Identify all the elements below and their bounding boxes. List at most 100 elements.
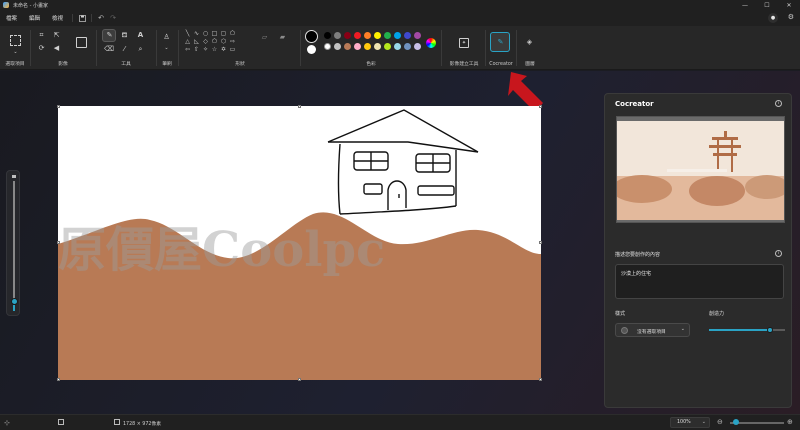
outline-icon[interactable]: ▱ [260,33,269,42]
rectangle-shape-icon[interactable]: □ [211,30,218,37]
fill-icon[interactable]: ▰ [278,33,287,42]
profile-avatar-icon[interactable]: ● [768,13,778,23]
minimize-button[interactable]: — [734,0,756,10]
redo-icon[interactable]: ↷ [107,12,119,24]
color-swatch[interactable] [334,43,341,50]
resize-handle[interactable] [539,105,542,108]
group-label-cocreator: Cocreator [489,62,513,67]
color-swatch[interactable] [324,32,331,39]
generated-preview-image[interactable] [616,116,785,223]
resize-handle[interactable] [539,241,542,244]
undo-icon[interactable]: ↶ [95,12,107,24]
eraser-icon[interactable]: ⌫ [104,45,114,54]
color-swatch[interactable] [354,32,361,39]
slider-thumb[interactable] [10,298,18,305]
resize-handle[interactable] [57,105,60,108]
brush-icon[interactable]: ♙ [162,33,171,42]
callout-shape-icon[interactable]: ▭ [229,46,236,53]
chevron-down-icon[interactable]: ⌄ [162,44,171,53]
star-five-shape-icon[interactable]: ☆ [211,46,218,53]
color-swatch[interactable] [394,32,401,39]
menu-file[interactable]: 檔案 [6,14,17,22]
secondary-color-selector[interactable] [307,45,316,54]
text-tool-icon[interactable]: A [136,31,145,40]
star-six-shape-icon[interactable]: ✡ [220,46,227,53]
resize-handle[interactable] [298,378,301,381]
select-rectangle-icon[interactable] [10,35,21,46]
close-button[interactable]: ✕ [778,0,800,10]
settings-gear-icon[interactable]: ⚙ [788,13,794,21]
color-swatch[interactable] [404,43,411,50]
primary-color-selector[interactable] [305,30,318,43]
resize-handle[interactable] [539,378,542,381]
rounded-rect-shape-icon[interactable]: ▢ [220,30,227,37]
pencil-tool-button[interactable]: ✎ [102,29,116,42]
color-swatch[interactable] [334,32,341,39]
resize-handle[interactable] [298,105,301,108]
prompt-info-icon[interactable]: i [775,250,782,257]
flip-icon[interactable]: ◀ [52,44,61,53]
pentagon-shape-icon[interactable]: ⬠ [211,38,218,45]
info-icon[interactable]: i [775,100,782,107]
hexagon-shape-icon[interactable]: ⬡ [220,38,227,45]
prompt-textarea[interactable]: 沙漠上的住宅 [615,264,784,299]
color-swatch[interactable] [404,32,411,39]
color-picker-icon[interactable]: ⁄ [120,45,129,54]
up-arrow-shape-icon[interactable]: ⇧ [193,46,200,53]
cocreator-button[interactable]: ✎ [490,32,510,52]
color-swatch[interactable] [344,32,351,39]
rotate-icon[interactable]: ⟳ [37,44,46,53]
group-colors: 色彩 [302,26,440,70]
color-swatch[interactable] [364,32,371,39]
resize-icon[interactable]: ⇱ [52,31,61,40]
vertical-zoom-slider[interactable] [6,170,20,316]
right-triangle-shape-icon[interactable]: ◺ [193,38,200,45]
right-arrow-shape-icon[interactable]: ⇨ [229,38,236,45]
triangle-shape-icon[interactable]: △ [184,38,191,45]
resize-handle[interactable] [57,241,60,244]
group-cocreator[interactable]: ✎ Cocreator [487,26,515,70]
maximize-button[interactable]: ☐ [756,0,778,10]
menu-view[interactable]: 檢視 [52,14,63,22]
group-label-image: 影像 [58,62,68,67]
creativity-slider[interactable] [709,327,785,333]
color-swatch[interactable] [324,43,331,50]
left-arrow-shape-icon[interactable]: ⇦ [184,46,191,53]
menu-edit[interactable]: 編輯 [29,14,40,22]
zoom-slider-thumb[interactable] [733,419,739,425]
zoom-dropdown[interactable]: 100% ⌄ [670,417,710,428]
style-dropdown[interactable]: 沒有選取項目 ⌄ [615,323,690,337]
resize-handle[interactable] [57,378,60,381]
color-swatch[interactable] [414,32,421,39]
zoom-out-icon[interactable]: ⊖ [717,418,723,426]
group-layers[interactable]: ◈ 圖層 [518,26,542,70]
line-shape-icon[interactable]: ╲ [184,30,191,37]
chevron-down-icon[interactable]: ⌄ [11,48,20,57]
diamond-shape-icon[interactable]: ◇ [202,38,209,45]
edit-colors-icon[interactable] [426,38,436,48]
fill-bucket-icon[interactable]: ⛾ [120,31,129,40]
color-swatch[interactable] [374,32,381,39]
color-swatch[interactable] [384,43,391,50]
polygon-shape-icon[interactable]: ⬠ [229,30,236,37]
color-swatch[interactable] [344,43,351,50]
color-swatch[interactable] [394,43,401,50]
color-swatch[interactable] [354,43,361,50]
group-image-creator[interactable]: ✦ 影像建立工具 [443,26,485,70]
drawing-canvas[interactable]: 原價屋Coolpc [58,106,541,380]
save-icon[interactable] [76,12,88,24]
color-swatch[interactable] [364,43,371,50]
magnifier-icon[interactable]: ⌕ [136,45,145,54]
star-four-shape-icon[interactable]: ✧ [202,46,209,53]
color-swatch[interactable] [414,43,421,50]
group-label-tools: 工具 [121,62,131,67]
cursor-position-icon: ⊹ [4,419,10,427]
oval-shape-icon[interactable]: ○ [202,30,209,37]
remove-background-icon[interactable] [76,37,87,48]
color-swatch[interactable] [374,43,381,50]
zoom-in-icon[interactable]: ⊕ [787,418,793,426]
color-swatch[interactable] [384,32,391,39]
crop-icon[interactable]: ⌗ [37,31,46,40]
creativity-thumb[interactable] [766,327,773,333]
curve-shape-icon[interactable]: ∿ [193,30,200,37]
